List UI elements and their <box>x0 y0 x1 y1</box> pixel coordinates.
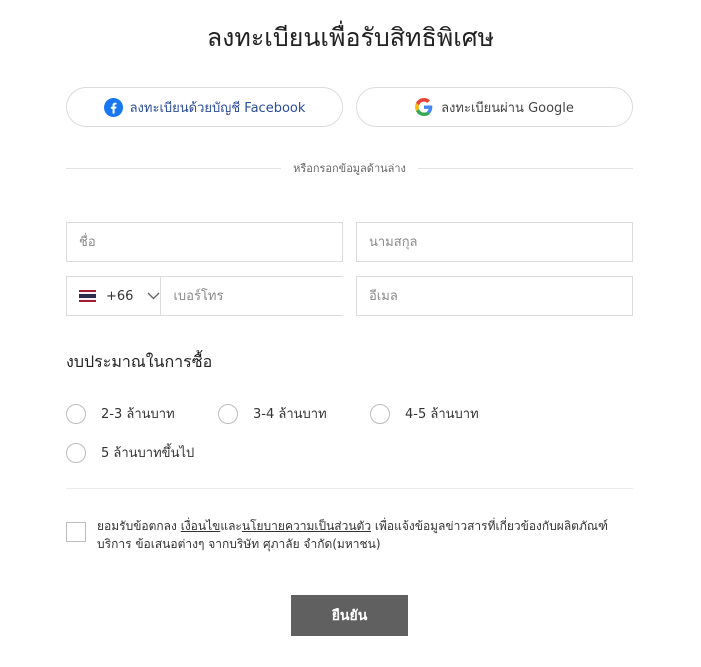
or-divider: หรือกรอกข้อมูลด้านล่าง <box>66 160 634 176</box>
budget-option-4-5m[interactable]: 4-5 ล้านบาท <box>370 403 479 424</box>
privacy-policy-link[interactable]: นโยบายความเป็นส่วนตัว <box>242 519 371 533</box>
radio-circle[interactable] <box>66 442 86 463</box>
google-button-label: ลงทะเบียนผ่าน Google <box>441 100 574 116</box>
budget-option-label: 5 ล้านบาทขึ้นไป <box>101 446 195 461</box>
consent-checkbox[interactable] <box>66 522 86 542</box>
thailand-flag-icon <box>79 290 96 302</box>
last-name-input[interactable] <box>356 222 633 262</box>
google-icon <box>415 97 434 117</box>
radio-circle[interactable] <box>66 403 86 424</box>
country-code-select[interactable]: +66 <box>67 277 162 315</box>
budget-option-label: 2-3 ล้านบาท <box>101 407 175 422</box>
facebook-icon <box>103 97 123 117</box>
facebook-button-label: ลงทะเบียนด้วยบัญชี Facebook <box>129 100 306 116</box>
section-divider <box>66 488 633 489</box>
budget-option-label: 3-4 ล้านบาท <box>253 407 327 422</box>
submit-button[interactable]: ยืนยัน <box>291 595 408 636</box>
google-register-button[interactable]: ลงทะเบียนผ่าน Google <box>356 87 633 127</box>
page-title: ลงทะเบียนเพื่อรับสิทธิพิเศษ <box>206 23 495 52</box>
facebook-register-button[interactable]: ลงทะเบียนด้วยบัญชี Facebook <box>66 87 343 127</box>
phone-input[interactable] <box>161 277 344 315</box>
phone-field-group: +66 <box>66 276 344 316</box>
terms-link[interactable]: เงื่อนไข <box>181 519 221 533</box>
budget-option-label: 4-5 ล้านบาท <box>405 407 479 422</box>
registration-page: ลงทะเบียนเพื่อรับสิทธิพิเศษ ลงทะเบียนด้ว… <box>0 0 701 667</box>
divider-text: หรือกรอกข้อมูลด้านล่าง <box>293 162 406 175</box>
budget-option-5m-plus[interactable]: 5 ล้านบาทขึ้นไป <box>66 442 194 463</box>
budget-option-3-4m[interactable]: 3-4 ล้านบาท <box>218 403 327 424</box>
first-name-input[interactable] <box>66 222 343 262</box>
consent-text: ยอมรับข้อตกลง เงื่อนไขและนโยบายความเป็นส… <box>97 519 608 551</box>
budget-section-title: งบประมาณในการซื้อ <box>66 352 213 371</box>
country-code-value: +66 <box>106 288 134 304</box>
chevron-down-icon <box>147 292 160 300</box>
email-input[interactable] <box>356 276 633 316</box>
radio-circle[interactable] <box>218 403 238 424</box>
radio-circle[interactable] <box>370 403 390 424</box>
budget-option-2-3m[interactable]: 2-3 ล้านบาท <box>66 403 175 424</box>
